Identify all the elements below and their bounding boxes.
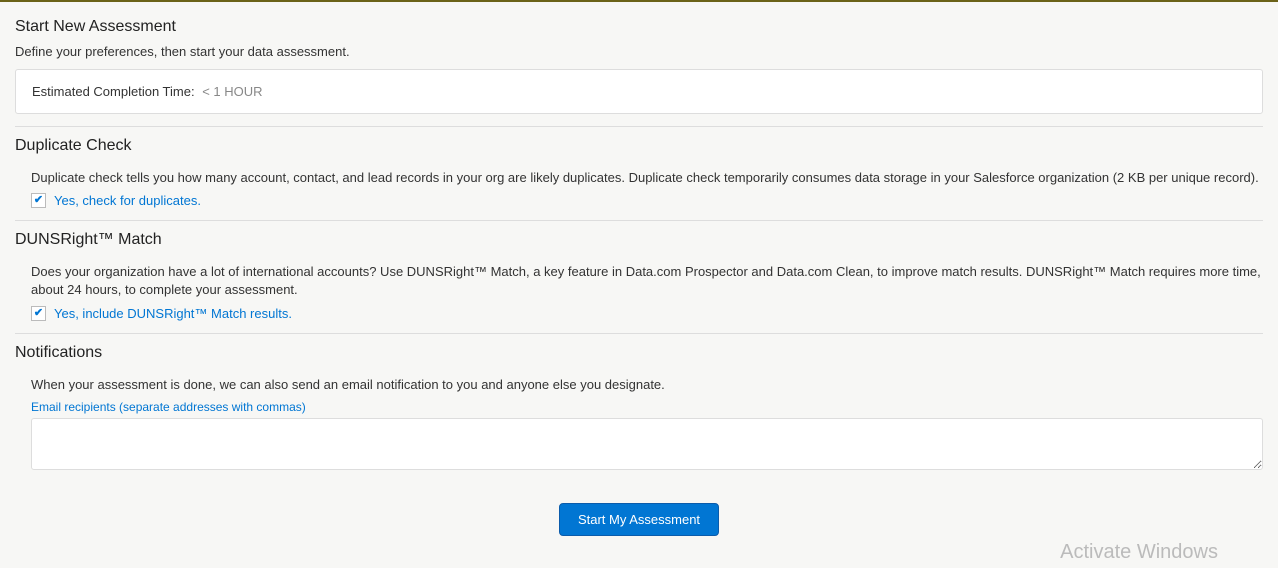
email-recipients-label: Email recipients (separate addresses wit…	[31, 400, 1263, 414]
section-duplicate: Duplicate Check Duplicate check tells yo…	[15, 137, 1263, 221]
notifications-desc: When your assessment is done, we can als…	[31, 370, 1263, 394]
duplicate-checkbox-row[interactable]: ✔ Yes, check for duplicates.	[31, 193, 1263, 208]
start-assessment-button[interactable]: Start My Assessment	[559, 503, 719, 536]
start-desc: Define your preferences, then start your…	[15, 44, 1263, 59]
start-title: Start New Assessment	[15, 18, 1263, 36]
section-dunsright: DUNSRight™ Match Does your organization …	[15, 231, 1263, 333]
email-recipients-input[interactable]	[31, 418, 1263, 470]
duplicate-title: Duplicate Check	[15, 137, 1263, 155]
section-notifications: Notifications When your assessment is do…	[15, 344, 1263, 485]
check-icon: ✔	[34, 195, 43, 206]
dunsright-desc: Does your organization have a lot of int…	[31, 257, 1263, 299]
duplicate-checkbox[interactable]: ✔	[31, 193, 46, 208]
check-icon: ✔	[34, 308, 43, 319]
estimate-value: < 1 HOUR	[202, 84, 262, 99]
dunsright-title: DUNSRight™ Match	[15, 231, 1263, 249]
notifications-content: When your assessment is done, we can als…	[15, 370, 1263, 473]
notifications-title: Notifications	[15, 344, 1263, 362]
dunsright-checkbox-row[interactable]: ✔ Yes, include DUNSRight™ Match results.	[31, 306, 1263, 321]
action-row: Start My Assessment	[15, 503, 1263, 536]
dunsright-content: Does your organization have a lot of int…	[15, 257, 1263, 320]
dunsright-checkbox[interactable]: ✔	[31, 306, 46, 321]
estimate-box: Estimated Completion Time: < 1 HOUR	[15, 69, 1263, 114]
dunsright-checkbox-label: Yes, include DUNSRight™ Match results.	[54, 306, 292, 321]
estimate-label: Estimated Completion Time:	[32, 84, 195, 99]
duplicate-desc: Duplicate check tells you how many accou…	[31, 163, 1263, 187]
assessment-page: Start New Assessment Define your prefere…	[0, 2, 1278, 556]
section-start: Start New Assessment Define your prefere…	[15, 18, 1263, 127]
duplicate-content: Duplicate check tells you how many accou…	[15, 163, 1263, 208]
duplicate-checkbox-label: Yes, check for duplicates.	[54, 193, 201, 208]
